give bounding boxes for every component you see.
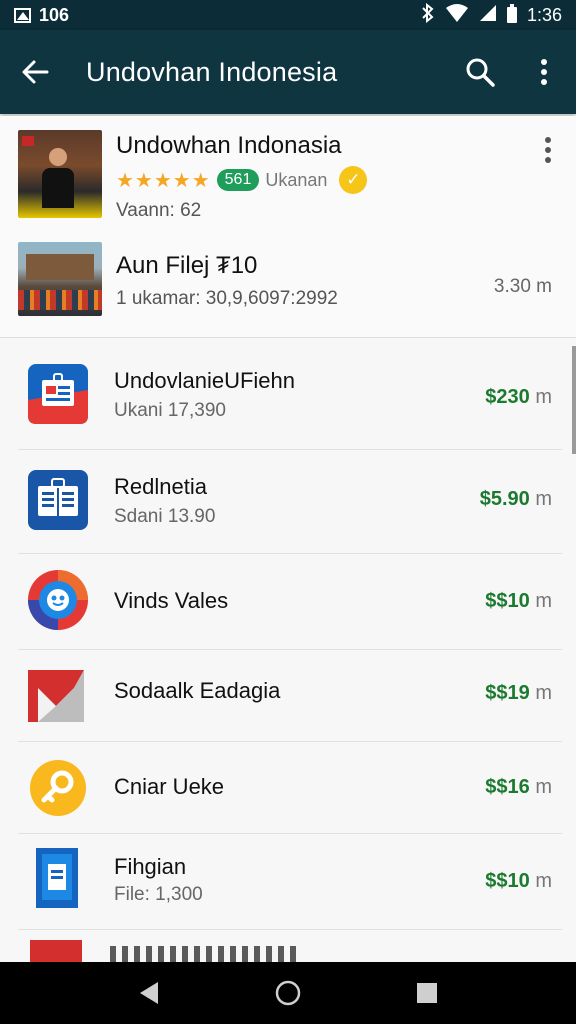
wifi-icon bbox=[445, 3, 469, 28]
item-title: Cniar Ueke bbox=[114, 774, 225, 799]
globe-icon bbox=[28, 570, 88, 630]
header-main-row[interactable]: Undowhan Indonasia ★★★★★ 561 Ukanan ✓ Va… bbox=[0, 130, 576, 221]
nav-back-button[interactable] bbox=[119, 968, 179, 1018]
status-bar: 106 1:36 bbox=[0, 0, 576, 30]
status-text-left: 106 bbox=[39, 4, 70, 25]
partial-item-icon bbox=[30, 940, 82, 962]
system-nav-bar bbox=[0, 962, 576, 1024]
nav-recents-icon bbox=[416, 983, 437, 1003]
app-bar: Undovhan Indonesia bbox=[0, 30, 576, 114]
item-title: Vinds Vales bbox=[114, 588, 229, 613]
list-item[interactable]: Cniar Ueke $$16 m bbox=[0, 742, 576, 834]
nav-home-button[interactable] bbox=[258, 968, 318, 1018]
secondary-thumbnail bbox=[18, 242, 102, 316]
list-item-partial[interactable] bbox=[0, 930, 576, 962]
bluetooth-icon bbox=[421, 2, 435, 28]
item-subtitle: File: 1,300 bbox=[114, 884, 203, 905]
header-card: Undowhan Indonasia ★★★★★ 561 Ukanan ✓ Va… bbox=[0, 116, 576, 338]
header-thumbnail bbox=[18, 130, 102, 218]
item-subtitle: Sdani 13.90 bbox=[114, 506, 216, 527]
item-subtitle: Ukani 17,390 bbox=[114, 400, 226, 421]
more-vert-icon bbox=[541, 59, 547, 85]
nav-home-icon bbox=[275, 980, 301, 1006]
rating-row: ★★★★★ 561 Ukanan ✓ bbox=[116, 166, 368, 194]
mail-icon bbox=[28, 666, 88, 726]
app-bar-title: Undovhan Indonesia bbox=[86, 56, 338, 87]
secondary-meta: 3.30 m bbox=[493, 276, 552, 297]
file-icon bbox=[28, 846, 88, 908]
list-item[interactable]: Vinds Vales $$10 m bbox=[0, 554, 576, 650]
document-icon bbox=[28, 364, 88, 424]
item-price: $$16 m bbox=[485, 776, 552, 798]
verified-icon: ✓ bbox=[339, 166, 368, 194]
item-title: Fihgian bbox=[114, 854, 187, 879]
status-clock: 1:36 bbox=[526, 4, 562, 25]
arrow-back-icon bbox=[22, 60, 49, 84]
item-title: UndovlanieUFiehn bbox=[114, 368, 295, 393]
back-button[interactable] bbox=[0, 30, 70, 114]
item-price: $230 m bbox=[485, 386, 552, 408]
item-title: Redlnetia bbox=[114, 474, 207, 499]
list-item[interactable]: Sodaalk Eadagia $$19 m bbox=[0, 650, 576, 742]
rating-label: Ukanan bbox=[265, 169, 328, 190]
key-icon bbox=[28, 758, 88, 818]
list-item[interactable]: UndovlanieUFiehn Ukani 17,390 $230 m bbox=[0, 340, 576, 450]
battery-icon bbox=[506, 4, 517, 23]
list-item[interactable]: Fihgian File: 1,300 $$10 m bbox=[0, 834, 576, 930]
overflow-menu-button[interactable] bbox=[512, 30, 576, 114]
nav-back-icon bbox=[140, 982, 159, 1004]
partial-item-title bbox=[110, 946, 300, 962]
nav-recents-button[interactable] bbox=[397, 968, 457, 1018]
header-subtitle: Vaann: 62 bbox=[116, 200, 202, 221]
score-badge: 561 bbox=[216, 169, 260, 191]
header-more-button[interactable] bbox=[530, 130, 566, 170]
signal-icon bbox=[479, 4, 497, 27]
search-button[interactable] bbox=[448, 30, 512, 114]
list-item[interactable]: Redlnetia Sdani 13.90 $5.90 m bbox=[0, 450, 576, 554]
rating-stars: ★★★★★ bbox=[116, 169, 211, 192]
reader-icon bbox=[28, 470, 88, 530]
search-icon bbox=[466, 58, 495, 87]
secondary-subtitle: 1 ukamar: 30,9,6097:2992 bbox=[116, 288, 338, 309]
item-price: $$19 m bbox=[485, 682, 552, 704]
item-price: $5.90 m bbox=[479, 488, 552, 510]
item-price: $$10 m bbox=[485, 870, 552, 892]
header-secondary-row[interactable]: Aun Filej ₮10 1 ukamar: 30,9,6097:2992 3… bbox=[0, 242, 576, 318]
item-price: $$10 m bbox=[485, 590, 552, 612]
more-vert-icon bbox=[545, 137, 551, 163]
header-title: Undowhan Indonasia bbox=[116, 132, 342, 159]
item-title: Sodaalk Eadagia bbox=[114, 678, 281, 703]
secondary-title: Aun Filej ₮10 bbox=[116, 252, 258, 279]
image-notification-icon bbox=[14, 7, 31, 23]
